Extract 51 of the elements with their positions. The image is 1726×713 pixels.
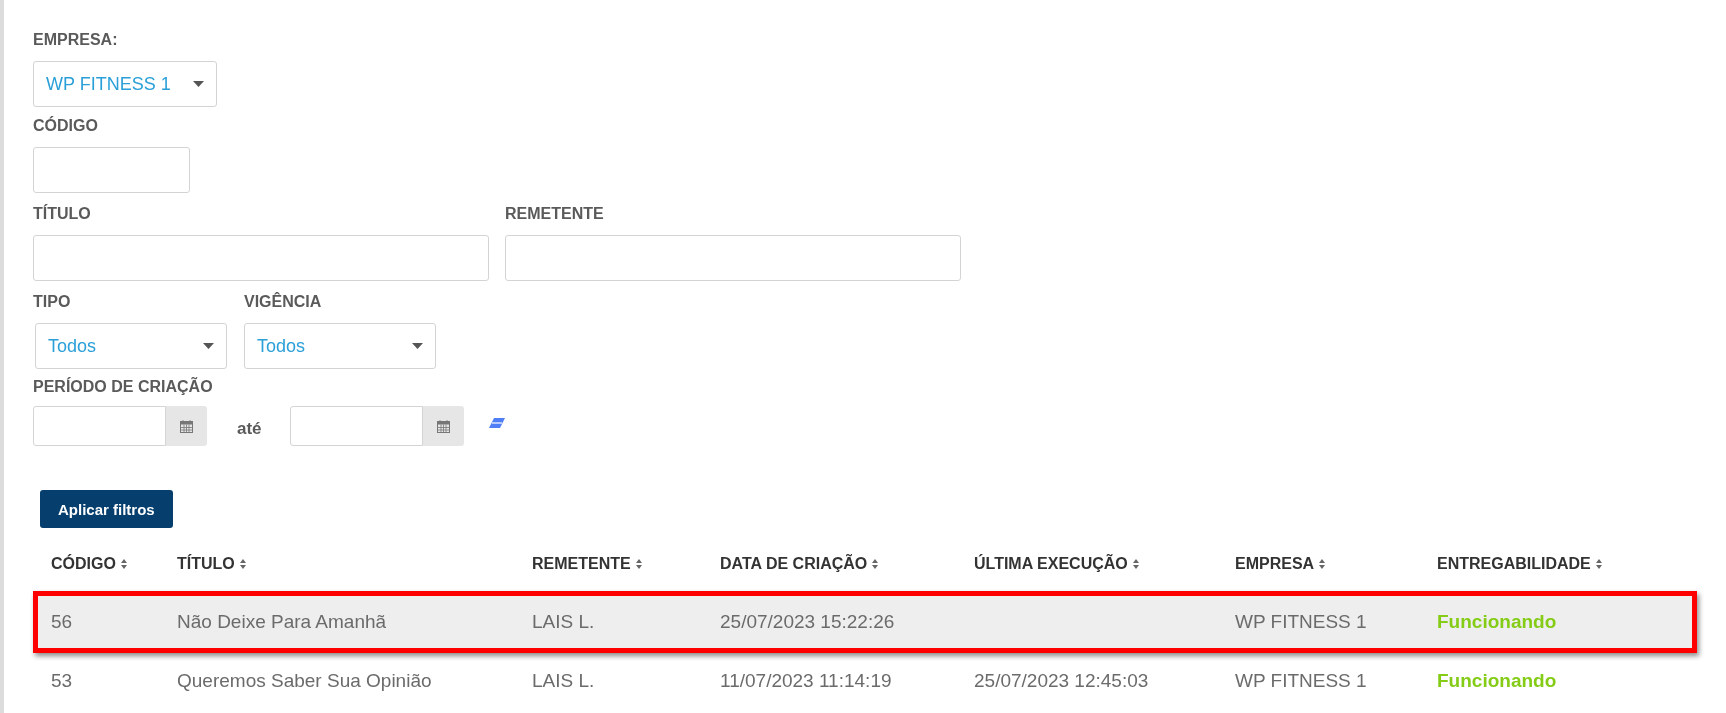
title-input[interactable]	[33, 235, 489, 281]
table-cell: Não Deixe Para Amanhã	[177, 611, 387, 633]
field-label: VIGÊNCIA	[244, 292, 322, 312]
calendar-icon[interactable]	[436, 419, 450, 433]
apply-filters-button[interactable]: Aplicar filtros	[40, 490, 173, 528]
column-header[interactable]: REMETENTE	[532, 555, 631, 573]
column-header[interactable]: CÓDIGO	[51, 555, 116, 573]
field-label: TÍTULO	[33, 204, 91, 224]
column-header[interactable]: TÍTULO	[177, 555, 235, 573]
table-cell: WP FITNESS 1	[1235, 670, 1367, 692]
table-cell: Queremos Saber Sua Opinião	[177, 670, 432, 692]
sort-icon[interactable]	[635, 559, 642, 569]
table-cell: 25/07/2023 15:22:26	[720, 611, 895, 633]
table-cell: 25/07/2023 12:45:03	[974, 670, 1149, 692]
calendar-button[interactable]	[422, 406, 464, 446]
date-input[interactable]	[33, 406, 166, 446]
date-input[interactable]	[289, 406, 423, 446]
column-header[interactable]: EMPRESA	[1235, 555, 1315, 573]
table-cell: WP FITNESS 1	[1235, 611, 1367, 633]
range-separator: até	[237, 418, 262, 439]
field-label: CÓDIGO	[33, 116, 98, 136]
sort-icon[interactable]	[1132, 559, 1139, 569]
sort-icon[interactable]	[120, 559, 127, 569]
table-cell: 53	[51, 670, 73, 692]
column-header[interactable]: ÚLTIMA EXECUÇÃO	[974, 555, 1128, 573]
column-header[interactable]: DATA DE CRIAÇÃO	[720, 555, 868, 573]
table-row[interactable]: 53 Queremos Saber Sua Opinião LAIS L. 11/07/2023 11:14:19 25/07/2023 12:45:03 WP FITNESS 1 Funcionando	[33, 653, 1697, 709]
eraser-icon[interactable]	[488, 418, 505, 428]
table-cell: LAIS L.	[532, 670, 595, 692]
highlighted-row[interactable]: 56 Não Deixe Para Amanhã LAIS L. 25/07/2023 15:22:26 WP FITNESS 1 Funcionando	[33, 591, 1697, 653]
sort-icon[interactable]	[239, 559, 246, 569]
table-cell: LAIS L.	[532, 611, 595, 633]
column-header[interactable]: ENTREGABILIDADE	[1437, 555, 1591, 573]
status-text: Funcionando	[1437, 611, 1557, 633]
status-text: Funcionando	[1437, 670, 1557, 692]
field-label: TIPO	[33, 292, 71, 312]
sender-input[interactable]	[505, 235, 961, 281]
sort-icon[interactable]	[1595, 559, 1602, 569]
code-input[interactable]	[33, 147, 190, 193]
field-label: PERÍODO DE CRIAÇÃO	[33, 377, 213, 397]
calendar-button[interactable]	[166, 406, 207, 446]
field-label: EMPRESA:	[33, 30, 118, 50]
sort-icon[interactable]	[1319, 559, 1326, 569]
caret-icon	[193, 81, 204, 87]
field-label: REMETENTE	[505, 204, 604, 224]
caret-icon	[203, 343, 214, 349]
calendar-icon[interactable]	[180, 419, 193, 433]
sort-icon[interactable]	[872, 559, 879, 569]
table-cell: 11/07/2023 11:14:19	[720, 670, 892, 692]
table-cell: 56	[51, 611, 73, 633]
caret-icon	[412, 343, 423, 349]
